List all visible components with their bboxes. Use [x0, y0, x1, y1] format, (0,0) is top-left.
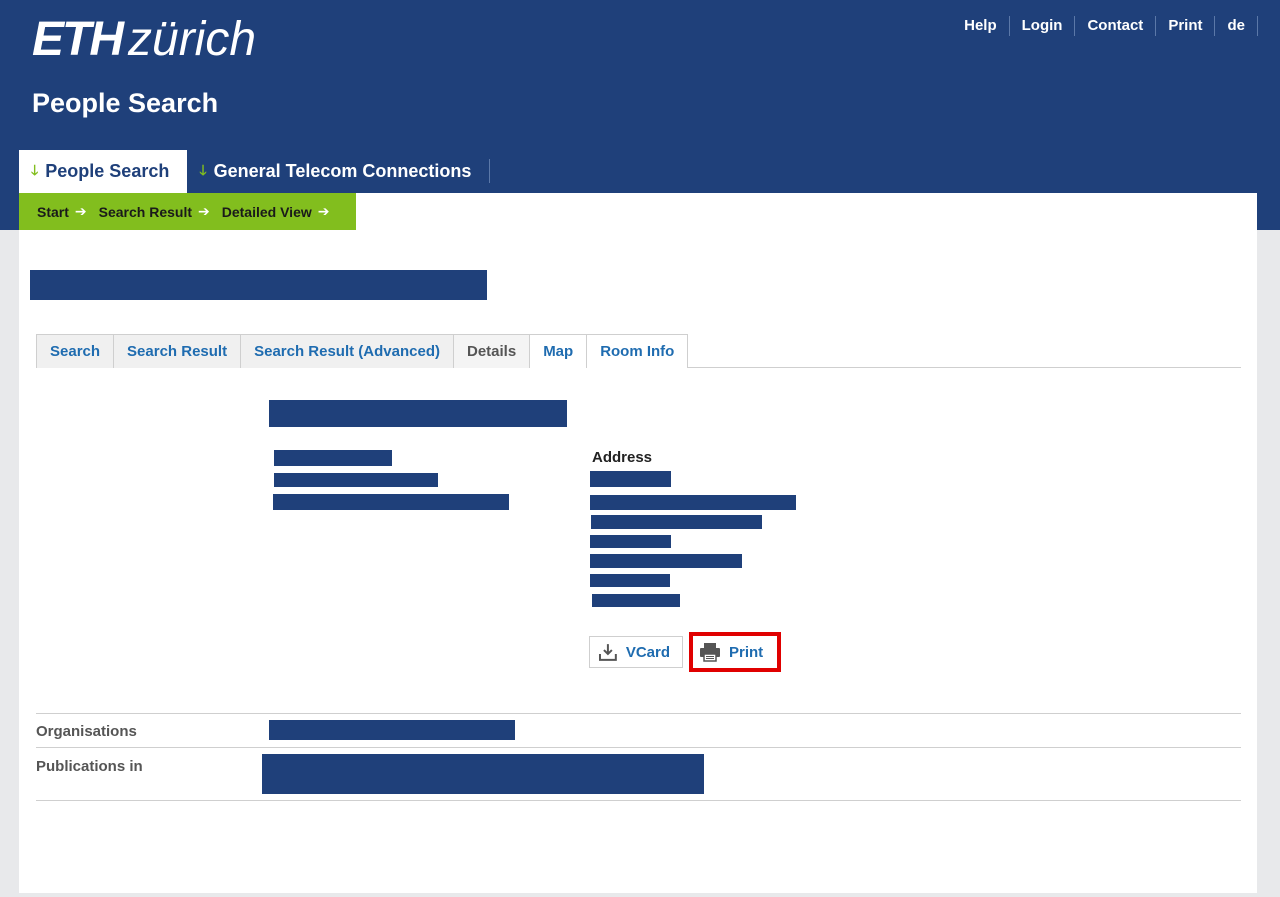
publications-label: Publications in [36, 758, 143, 775]
breadcrumb-search-result[interactable]: Search Result [99, 204, 192, 220]
breadcrumb: Start ➔ Search Result ➔ Detailed View ➔ [19, 193, 356, 230]
address-label: Address [592, 449, 653, 466]
nav-divider [489, 159, 491, 183]
redacted-detail-line [274, 473, 438, 487]
organisations-label: Organisations [36, 723, 137, 740]
detail-tabs: Search Search Result Search Result (Adva… [36, 334, 1241, 368]
help-link[interactable]: Help [952, 16, 1010, 36]
logo-eth-text: ETH [32, 13, 124, 66]
main-navigation: 🡓 People Search 🡓 General Telecom Connec… [19, 150, 491, 193]
vcard-button[interactable]: VCard [589, 636, 683, 668]
tab-map[interactable]: Map [529, 334, 587, 368]
vcard-label: VCard [625, 643, 670, 661]
redacted-address-line [590, 574, 670, 587]
print-link[interactable]: Print [1156, 16, 1216, 36]
breadcrumb-detailed-view: Detailed View [221, 203, 312, 220]
tab-search-result-advanced[interactable]: Search Result (Advanced) [240, 334, 453, 368]
main-nav-label: General Telecom Connections [213, 161, 472, 181]
main-nav-label: People Search [45, 161, 170, 181]
download-icon [598, 644, 617, 661]
tab-search-result[interactable]: Search Result [113, 334, 241, 368]
main-nav-people-search[interactable]: 🡓 People Search [19, 150, 188, 193]
print-label: Print [729, 643, 764, 661]
login-link[interactable]: Login [1010, 16, 1076, 36]
print-button[interactable]: Print [689, 632, 781, 672]
row-divider [36, 800, 1241, 801]
redacted-person-name [30, 270, 487, 300]
tab-details[interactable]: Details [452, 334, 530, 368]
printer-icon [700, 643, 720, 662]
app-title: People Search [32, 88, 219, 118]
logo-zurich-text: zürich [128, 13, 257, 66]
content-panel: Start ➔ Search Result ➔ Detailed View ➔ … [19, 193, 1257, 893]
arrow-down-icon: 🡓 [31, 161, 39, 178]
redacted-address-line [590, 535, 671, 548]
meta-navigation: Help Login Contact Print de [952, 16, 1258, 36]
redacted-publications [262, 754, 704, 794]
main-nav-general-telecom[interactable]: 🡓 General Telecom Connections [187, 150, 489, 193]
row-divider [36, 747, 1241, 748]
tab-search[interactable]: Search [36, 334, 114, 368]
row-divider [36, 713, 1241, 714]
redacted-address-line [590, 471, 671, 487]
eth-zurich-logo[interactable]: ETH zürich [32, 14, 256, 66]
redacted-address-line [590, 495, 796, 510]
redacted-address-line [590, 554, 742, 568]
redacted-address-line [591, 515, 762, 529]
redacted-address-line [592, 594, 680, 607]
redacted-title [269, 400, 567, 427]
tab-room-info[interactable]: Room Info [586, 334, 689, 368]
arrow-right-icon: ➔ [74, 203, 87, 219]
redacted-detail-line [273, 494, 509, 510]
redacted-organisation [269, 720, 515, 740]
language-de-link[interactable]: de [1215, 16, 1258, 36]
arrow-down-icon: 🡓 [199, 161, 207, 178]
breadcrumb-start[interactable]: Start [37, 204, 69, 220]
arrow-right-icon: ➔ [317, 203, 330, 219]
redacted-detail-line [274, 450, 392, 466]
arrow-right-icon: ➔ [198, 203, 210, 219]
contact-link[interactable]: Contact [1075, 16, 1157, 36]
